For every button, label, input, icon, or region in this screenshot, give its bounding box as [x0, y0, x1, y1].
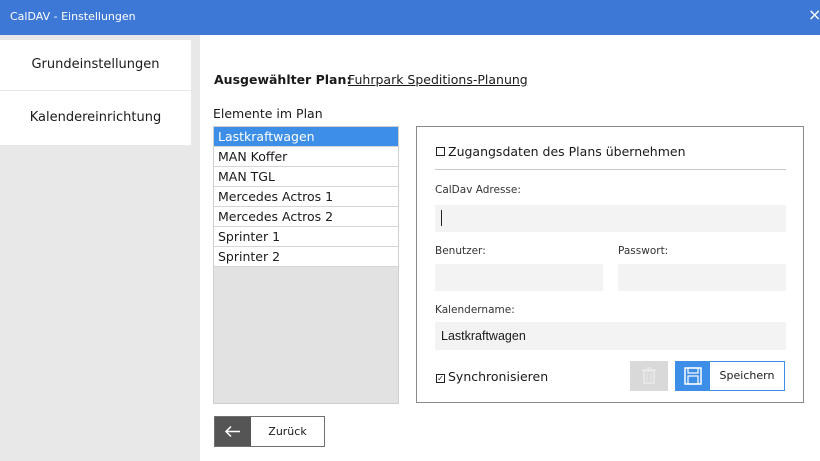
save-button[interactable]: Speichern — [675, 361, 785, 391]
back-button-label: Zurück — [268, 425, 307, 438]
sidebar-item-kalendereinrichtung[interactable]: Kalendereinrichtung — [0, 91, 191, 145]
list-item[interactable]: Sprinter 1 — [214, 227, 398, 247]
calendar-name-label: Kalendername: — [435, 304, 515, 316]
synchronize-label: Synchronisieren — [448, 369, 549, 384]
list-item[interactable]: MAN TGL — [214, 167, 398, 187]
arrow-left-icon — [224, 425, 240, 438]
trash-icon — [642, 367, 656, 384]
selected-plan-link[interactable]: Fuhrpark Speditions-Planung — [348, 72, 528, 87]
sidebar-item-grundeinstellungen[interactable]: Grundeinstellungen — [0, 40, 191, 90]
text-caret — [441, 210, 442, 226]
selected-plan-label: Ausgewählter Plan: — [214, 72, 352, 87]
save-button-label: Speichern — [719, 369, 775, 382]
elements-listbox[interactable]: Lastkraftwagen MAN Koffer MAN TGL Merced… — [213, 126, 399, 404]
synchronize-checkbox[interactable]: ✓ Synchronisieren — [436, 369, 548, 384]
delete-button[interactable] — [630, 361, 668, 391]
list-item[interactable]: Mercedes Actros 1 — [214, 187, 398, 207]
back-button[interactable]: Zurück — [214, 416, 325, 447]
checkbox-checked-icon: ✓ — [436, 374, 445, 383]
caldav-address-label: CalDav Adresse: — [435, 184, 521, 196]
calendar-name-input[interactable] — [435, 322, 786, 350]
user-input[interactable] — [435, 264, 603, 291]
user-label: Benutzer: — [435, 245, 486, 257]
window-title: CalDAV - Einstellungen — [10, 10, 136, 23]
list-item[interactable]: Sprinter 2 — [214, 247, 398, 267]
checkbox-unchecked-icon — [436, 147, 445, 156]
elements-list-label: Elemente im Plan — [213, 106, 323, 121]
use-plan-credentials-checkbox[interactable]: Zugangsdaten des Plans übernehmen — [436, 144, 686, 159]
save-disk-icon — [684, 367, 702, 385]
close-icon[interactable]: × — [808, 7, 820, 23]
use-plan-credentials-label: Zugangsdaten des Plans übernehmen — [448, 144, 686, 159]
sidebar: Grundeinstellungen Kalendereinrichtung — [0, 35, 191, 461]
list-item[interactable]: Lastkraftwagen — [214, 127, 398, 147]
title-bar: CalDAV - Einstellungen × — [0, 0, 820, 35]
caldav-address-input[interactable] — [435, 205, 786, 232]
list-item[interactable]: MAN Koffer — [214, 147, 398, 167]
divider — [435, 169, 786, 170]
list-item[interactable]: Mercedes Actros 2 — [214, 207, 398, 227]
password-label: Passwort: — [618, 245, 669, 257]
password-input[interactable] — [618, 264, 786, 291]
